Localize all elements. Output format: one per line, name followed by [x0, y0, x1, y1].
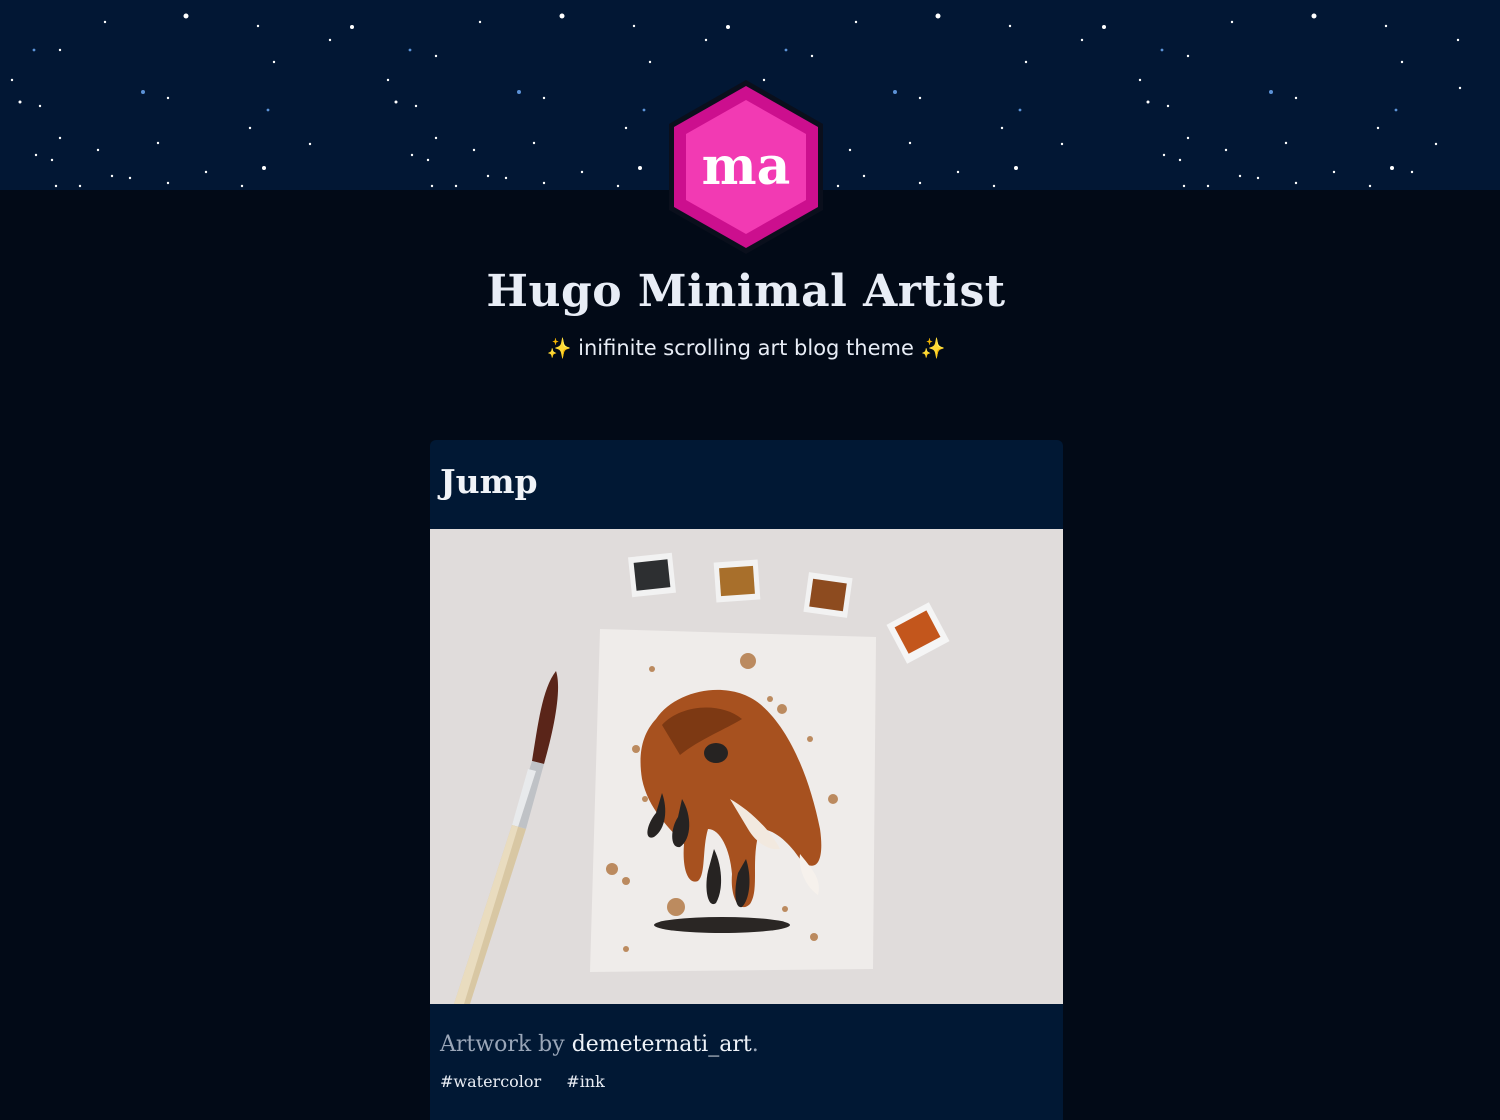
logo-text: ma	[702, 136, 791, 197]
tagline: ✨ inifinite scrolling art blog theme ✨	[0, 336, 1492, 360]
sparkle-icon: ✨	[920, 336, 946, 360]
post-credit: Artwork by demeternati_art.	[440, 1032, 759, 1057]
site-title[interactable]: Hugo Minimal Artist	[0, 266, 1492, 317]
author-link[interactable]: demeternati_art	[572, 1032, 752, 1057]
post-title[interactable]: Jump	[440, 462, 538, 501]
fox-artwork-image[interactable]	[430, 529, 1063, 1004]
tag-link-watercolor[interactable]: #watercolor	[440, 1072, 541, 1091]
tag-list: #watercolor #ink	[440, 1072, 625, 1091]
tag-link-ink[interactable]: #ink	[566, 1072, 605, 1091]
hexagon-logo-icon: ma	[669, 80, 823, 254]
site-logo[interactable]: ma	[666, 78, 826, 256]
sparkle-icon: ✨	[546, 336, 572, 360]
credit-suffix: .	[751, 1032, 759, 1057]
tagline-text: inifinite scrolling art blog theme	[578, 336, 914, 360]
credit-prefix: Artwork by	[440, 1032, 565, 1057]
